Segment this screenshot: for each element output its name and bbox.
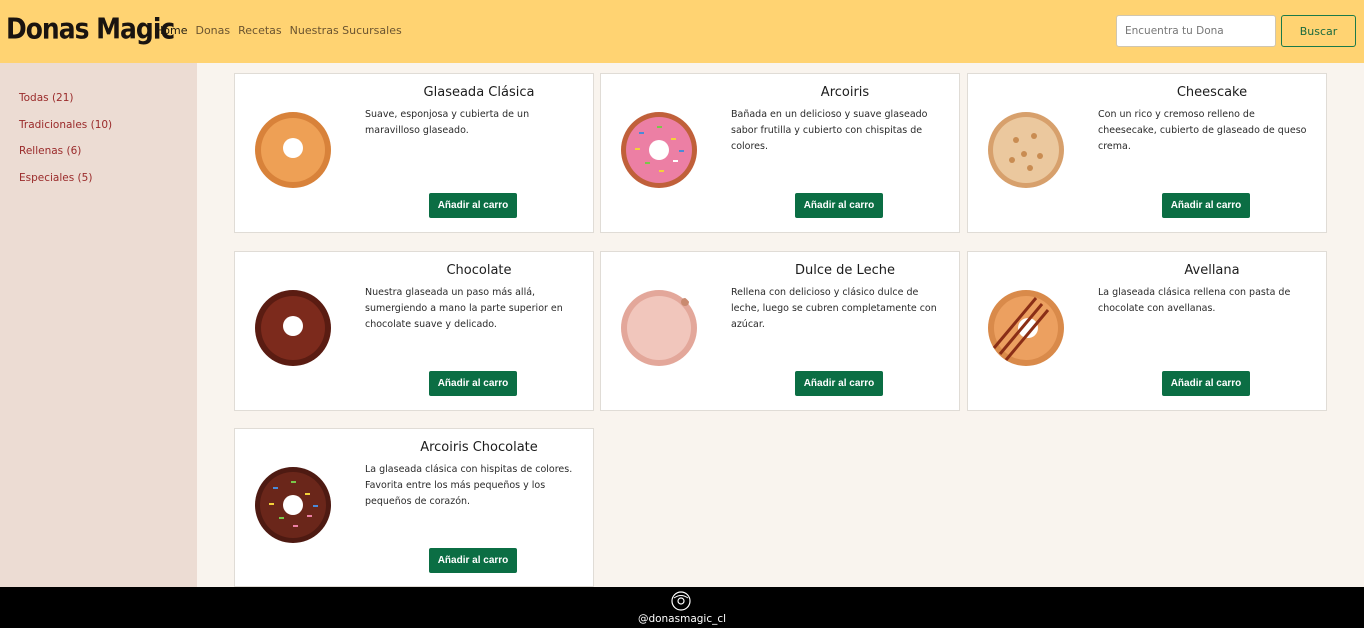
product-title: Glaseada Clásica xyxy=(423,85,535,100)
product-title: Dulce de Leche xyxy=(795,263,895,278)
donut-image xyxy=(988,290,1064,366)
product-description: Suave, esponjosa y cubierta de un maravi… xyxy=(365,109,530,136)
donut-image xyxy=(255,112,331,188)
add-to-cart-button[interactable]: Añadir al carro xyxy=(429,548,517,573)
footer: @donasmagic_cl xyxy=(0,587,1364,628)
add-to-cart-button[interactable]: Añadir al carro xyxy=(429,371,517,396)
product-card: Arcoiris Chocolate La glaseada clásica c… xyxy=(234,428,594,587)
nav-sucursales-link[interactable]: Nuestras Sucursales xyxy=(290,24,402,37)
product-description: La glaseada clásica rellena con pasta de… xyxy=(1098,287,1291,314)
brand-logo[interactable]: Donas Magic xyxy=(6,12,175,45)
donut-image xyxy=(255,290,331,366)
product-card: Cheescake Con un rico y cremoso relleno … xyxy=(967,73,1327,233)
product-card: Glaseada Clásica Suave, esponjosa y cubi… xyxy=(234,73,594,233)
donut-logo-icon xyxy=(671,591,691,611)
navbar: Donas Magic Home Donas Recetas Nuestras … xyxy=(0,0,1364,63)
nav-donas-link[interactable]: Donas xyxy=(195,24,230,37)
donut-image xyxy=(621,290,697,366)
add-to-cart-button[interactable]: Añadir al carro xyxy=(1162,371,1250,396)
product-card: Arcoiris Bañada en un delicioso y suave … xyxy=(600,73,960,233)
product-description: La glaseada clásica con hispitas de colo… xyxy=(365,464,573,507)
donut-image xyxy=(621,112,697,188)
product-description: Con un rico y cremoso relleno de cheesec… xyxy=(1098,109,1307,152)
add-to-cart-button[interactable]: Añadir al carro xyxy=(429,193,517,218)
nav-links: Home Donas Recetas Nuestras Sucursales xyxy=(155,24,410,37)
add-to-cart-button[interactable]: Añadir al carro xyxy=(795,193,883,218)
product-description: Rellena con delicioso y clásico dulce de… xyxy=(731,287,937,330)
product-card: Chocolate Nuestra glaseada un paso más a… xyxy=(234,251,594,411)
product-description: Bañada en un delicioso y suave glaseado … xyxy=(731,109,928,152)
nav-recetas-link[interactable]: Recetas xyxy=(238,24,282,37)
product-title: Chocolate xyxy=(446,263,512,278)
donut-image xyxy=(988,112,1064,188)
nav-home-link[interactable]: Home xyxy=(155,24,187,37)
search-button[interactable]: Buscar xyxy=(1281,15,1356,47)
product-card: Avellana La glaseada clásica rellena con… xyxy=(967,251,1327,411)
sidebar: Todas (21) Tradicionales (10) Rellenas (… xyxy=(0,63,197,587)
sidebar-item-todas[interactable]: Todas (21) xyxy=(19,92,74,104)
instagram-handle[interactable]: @donasmagic_cl xyxy=(0,613,1364,625)
sidebar-item-rellenas[interactable]: Rellenas (6) xyxy=(19,145,81,157)
sidebar-item-tradicionales[interactable]: Tradicionales (10) xyxy=(19,119,112,131)
product-title: Cheescake xyxy=(1176,85,1248,100)
sidebar-item-especiales[interactable]: Especiales (5) xyxy=(19,172,92,184)
product-title: Arcoiris xyxy=(820,85,870,100)
product-card: Dulce de Leche Rellena con delicioso y c… xyxy=(600,251,960,411)
product-title: Arcoiris Chocolate xyxy=(420,440,538,455)
add-to-cart-button[interactable]: Añadir al carro xyxy=(795,371,883,396)
add-to-cart-button[interactable]: Añadir al carro xyxy=(1162,193,1250,218)
product-description: Nuestra glaseada un paso más allá, sumer… xyxy=(365,287,563,330)
search-input[interactable] xyxy=(1116,15,1276,47)
donut-image xyxy=(255,467,331,543)
product-title: Avellana xyxy=(1184,263,1240,278)
